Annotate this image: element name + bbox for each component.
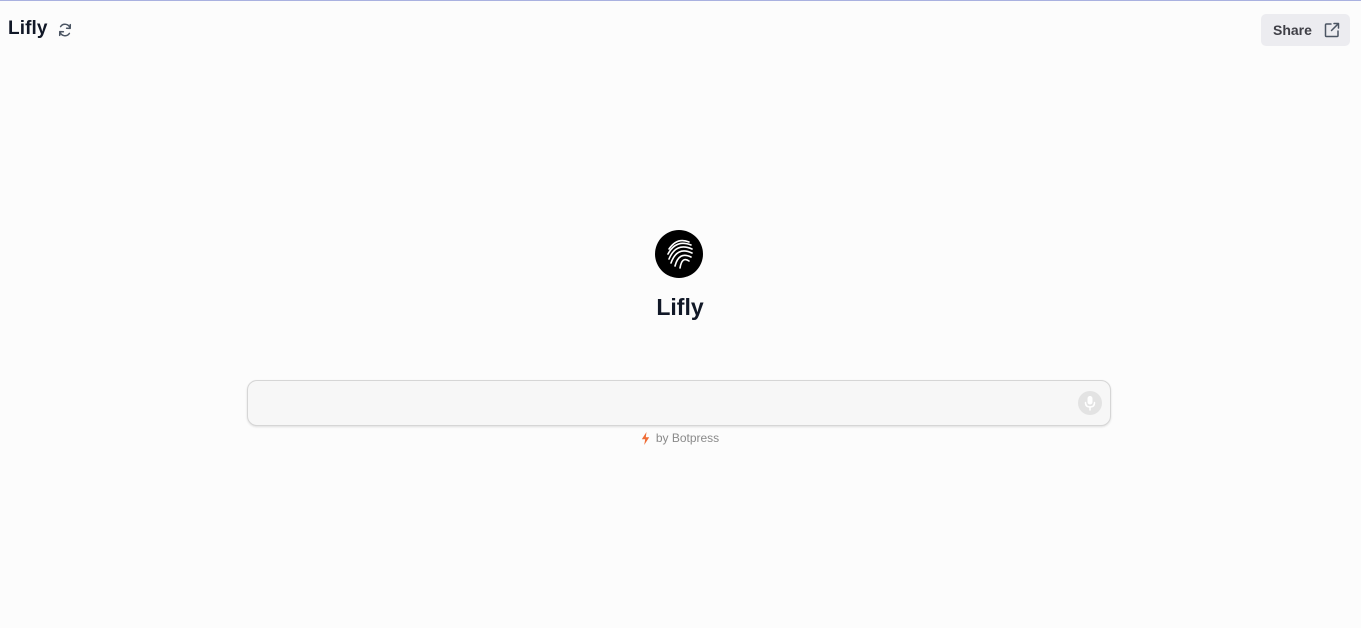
message-input[interactable] [260, 389, 1064, 419]
share-button-label: Share [1273, 22, 1312, 38]
refresh-icon [58, 23, 72, 37]
powered-by-link[interactable]: by Botpress [580, 431, 780, 445]
refresh-button[interactable] [55, 20, 75, 40]
share-button[interactable]: Share [1261, 14, 1350, 46]
lifly-logo-icon [667, 239, 693, 269]
external-link-icon [1323, 21, 1341, 39]
bot-avatar [655, 230, 703, 278]
header-bar: Lifly Share [0, 0, 1361, 60]
microphone-button[interactable] [1078, 391, 1102, 415]
app-title: Lifly [8, 18, 48, 39]
message-composer [247, 380, 1111, 426]
powered-by-text: by Botpress [655, 431, 720, 445]
bot-name: Lifly [656, 294, 704, 320]
lightning-bolt-icon [641, 431, 650, 445]
microphone-icon [1084, 396, 1096, 411]
